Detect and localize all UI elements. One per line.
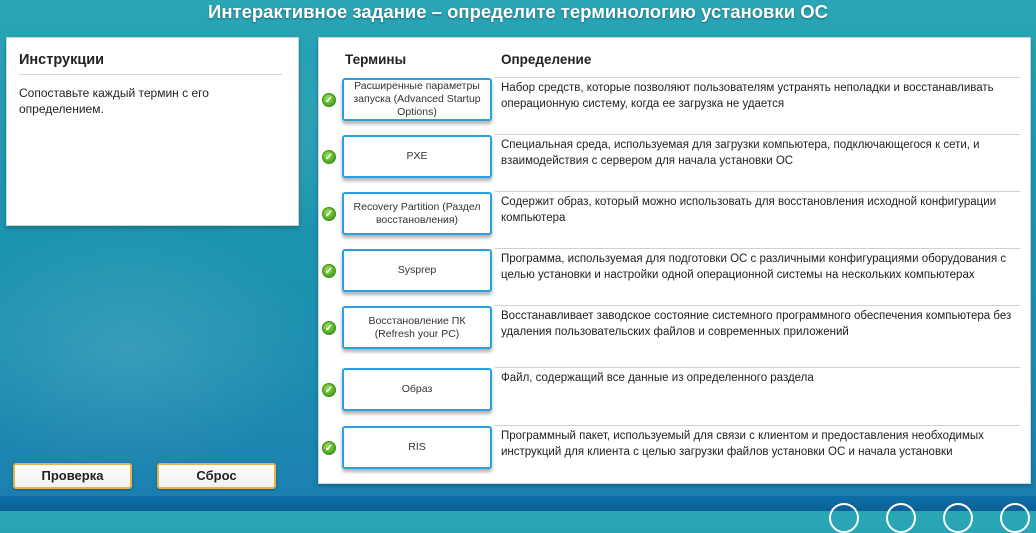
definition-text: Набор средств, которые позволяют пользов… [501, 82, 994, 110]
check-icon: ✓ [322, 321, 336, 335]
term-button[interactable]: Восстановление ПК (Refresh your PC) [342, 306, 492, 349]
divider [495, 134, 1020, 135]
table-row: ✓ RIS Программный пакет, используемый дл… [319, 423, 1030, 480]
check-icon: ✓ [322, 383, 336, 397]
divider [19, 74, 282, 75]
check-icon: ✓ [322, 441, 336, 455]
divider [495, 77, 1020, 78]
definition-text: Специальная среда, используемая для загр… [501, 139, 980, 167]
instructions-panel: Инструкции Сопоставьте каждый термин с е… [6, 37, 299, 226]
check-button[interactable]: Проверка [13, 463, 132, 489]
divider [495, 367, 1020, 368]
check-icon: ✓ [322, 93, 336, 107]
page-title: Интерактивное задание – определите терми… [208, 1, 828, 22]
table-row: ✓ Расширенные параметры запуска (Advance… [319, 75, 1030, 132]
terms-column-header: Термины [345, 52, 407, 67]
table-row: ✓ Sysprep Программа, используемая для по… [319, 246, 1030, 303]
check-icon: ✓ [322, 150, 336, 164]
term-button[interactable]: RIS [342, 426, 492, 469]
definition-text: Восстанавливает заводское состояние сист… [501, 310, 1012, 338]
nav-button[interactable] [829, 503, 859, 533]
check-icon: ✓ [322, 264, 336, 278]
nav-button[interactable] [1000, 503, 1030, 533]
background-decoration [0, 220, 320, 480]
definition-text: Файл, содержащий все данные из определен… [501, 372, 814, 384]
instructions-heading: Инструкции [19, 52, 105, 68]
table-row: ✓ PXE Специальная среда, используемая дл… [319, 132, 1030, 189]
term-button[interactable]: Sysprep [342, 249, 492, 292]
definition-text: Содержит образ, который можно использова… [501, 196, 997, 224]
bottom-bar [0, 496, 1036, 511]
table-row: ✓ Образ Файл, содержащий все данные из о… [319, 365, 1030, 422]
instructions-text: Сопоставьте каждый термин с его определе… [19, 86, 209, 116]
divider [495, 191, 1020, 192]
reset-button[interactable]: Сброс [157, 463, 276, 489]
definition-text: Программный пакет, используемый для связ… [501, 430, 984, 458]
nav-button[interactable] [943, 503, 973, 533]
divider [495, 425, 1020, 426]
check-icon: ✓ [322, 207, 336, 221]
definition-text: Программа, используемая для подготовки О… [501, 253, 1007, 281]
term-button[interactable]: Recovery Partition (Раздел восстановлени… [342, 192, 492, 235]
term-button[interactable]: PXE [342, 135, 492, 178]
definition-column-header: Определение [501, 52, 592, 67]
table-row: ✓ Восстановление ПК (Refresh your PC) Во… [319, 303, 1030, 360]
term-button[interactable]: Образ [342, 368, 492, 411]
table-row: ✓ Recovery Partition (Раздел восстановле… [319, 189, 1030, 246]
divider [495, 248, 1020, 249]
divider [495, 305, 1020, 306]
term-button[interactable]: Расширенные параметры запуска (Advanced … [342, 78, 492, 121]
nav-button[interactable] [886, 503, 916, 533]
matching-panel: Термины Определение ✓ Расширенные параме… [318, 37, 1031, 484]
